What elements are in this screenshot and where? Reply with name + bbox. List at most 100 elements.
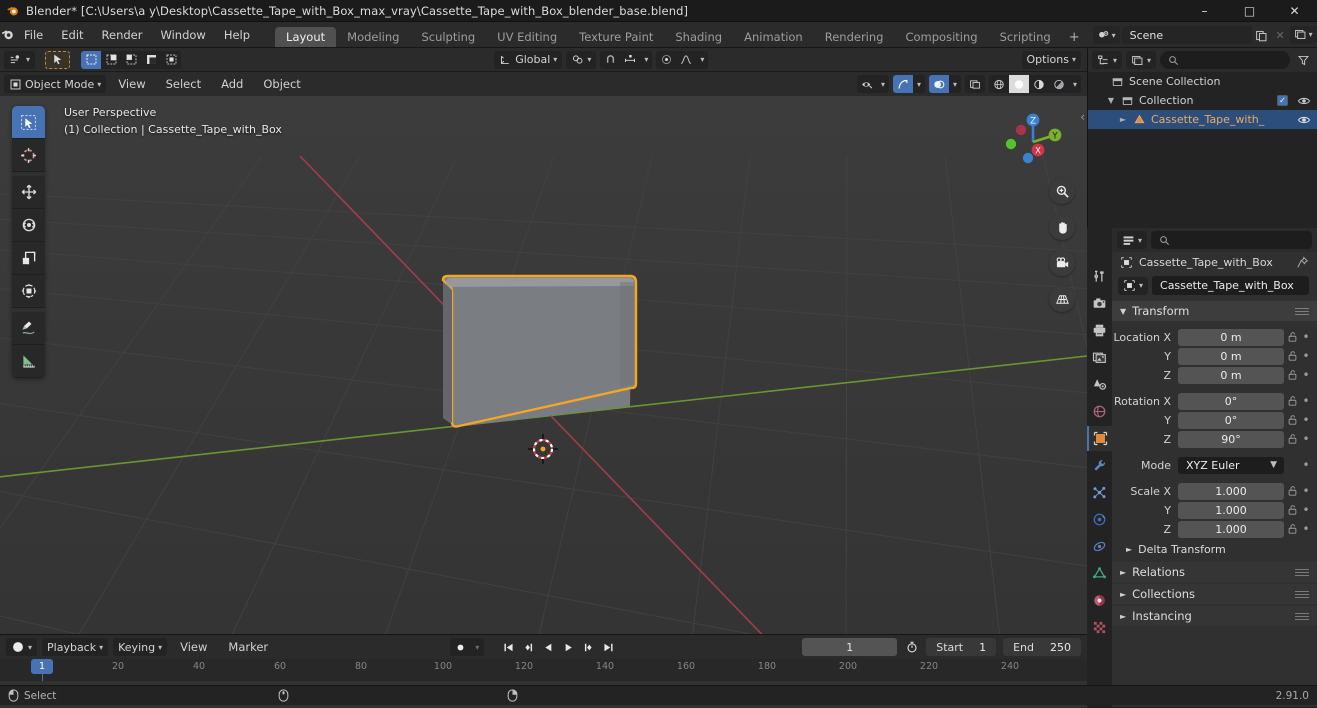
- tool-move[interactable]: [12, 176, 45, 209]
- lock-icon[interactable]: [1284, 504, 1300, 516]
- lock-icon[interactable]: [1284, 523, 1300, 535]
- active-tool-icon[interactable]: [45, 50, 71, 69]
- outliner-filter-icon[interactable]: [1294, 51, 1313, 70]
- tab-shading[interactable]: Shading: [664, 27, 733, 47]
- timeline-menu-playback[interactable]: Playback ▾: [42, 638, 109, 656]
- collection-checkbox[interactable]: ✓: [1277, 95, 1288, 106]
- remove-scene-icon[interactable]: ✕: [1271, 26, 1290, 45]
- properties-tab-scene[interactable]: [1087, 372, 1112, 397]
- properties-editor-type-selector[interactable]: ▾: [1117, 231, 1148, 249]
- current-frame-field[interactable]: 1: [802, 638, 898, 656]
- properties-tab-render[interactable]: [1087, 291, 1112, 316]
- tab-texture-paint[interactable]: Texture Paint: [568, 27, 664, 47]
- tab-compositing[interactable]: Compositing: [894, 27, 988, 47]
- properties-tab-object-constraints[interactable]: [1087, 534, 1112, 559]
- outliner-editor-type-selector[interactable]: ▾: [1092, 51, 1123, 69]
- rotation-y-value[interactable]: 0°: [1178, 411, 1284, 429]
- properties-tab-physics[interactable]: [1087, 507, 1112, 532]
- animate-property-icon[interactable]: •: [1300, 368, 1312, 382]
- animate-property-icon[interactable]: •: [1300, 349, 1312, 363]
- tool-select-box[interactable]: [12, 106, 45, 139]
- outliner-row-collection[interactable]: ▼ Collection ✓: [1088, 91, 1317, 110]
- object-visibility-icon[interactable]: [857, 75, 877, 93]
- location-z-value[interactable]: 0 m: [1178, 366, 1284, 384]
- tool-annotate[interactable]: [12, 312, 45, 345]
- visibility-dropdown-arrow[interactable]: ▾: [877, 75, 889, 93]
- snap-magnet-icon[interactable]: [600, 51, 620, 69]
- snap-dropdown-arrow[interactable]: ▾: [640, 51, 652, 69]
- tab-sculpting[interactable]: Sculpting: [410, 27, 486, 47]
- panel-collections-header[interactable]: ► Collections: [1112, 584, 1317, 604]
- outliner-row-scene-collection[interactable]: Scene Collection: [1088, 72, 1317, 91]
- properties-tab-object[interactable]: [1087, 426, 1112, 451]
- eye-icon[interactable]: [1297, 95, 1311, 107]
- toggle-xray-icon[interactable]: [965, 75, 985, 93]
- viewport-menu-view[interactable]: View: [110, 75, 153, 93]
- frame-range-fields[interactable]: Start 1: [926, 638, 997, 656]
- panel-instancing-header[interactable]: ► Instancing: [1112, 606, 1317, 626]
- close-button[interactable]: ✕: [1272, 0, 1317, 22]
- blender-logo-icon[interactable]: [0, 22, 15, 47]
- proportional-falloff-icon[interactable]: [676, 51, 696, 69]
- viewport-menu-select[interactable]: Select: [158, 75, 209, 93]
- panel-transform-header[interactable]: ▼ Transform: [1112, 301, 1317, 321]
- properties-tab-particles[interactable]: [1087, 480, 1112, 505]
- eye-icon[interactable]: [1297, 114, 1311, 126]
- minimize-button[interactable]: –: [1182, 0, 1227, 22]
- jump-to-start-button[interactable]: [499, 638, 517, 656]
- play-reverse-button[interactable]: [539, 638, 557, 656]
- tab-uv-editing[interactable]: UV Editing: [486, 27, 568, 47]
- scale-x-value[interactable]: 1.000: [1178, 482, 1284, 500]
- show-overlays-icon[interactable]: [929, 75, 949, 93]
- tool-transform[interactable]: [12, 275, 45, 308]
- shading-wireframe-icon[interactable]: [989, 75, 1009, 93]
- proportional-edit-icon[interactable]: [656, 51, 676, 69]
- snap-pivot-selector[interactable]: ▾: [566, 50, 597, 69]
- object-browse-icon[interactable]: ▾: [1118, 276, 1149, 295]
- lock-icon[interactable]: [1284, 414, 1300, 426]
- falloff-dropdown-arrow[interactable]: ▾: [696, 51, 708, 69]
- viewport-menu-add[interactable]: Add: [213, 75, 251, 93]
- pin-icon[interactable]: [1296, 256, 1309, 269]
- tab-scripting[interactable]: Scripting: [989, 27, 1062, 47]
- show-gizmo-icon[interactable]: [893, 75, 913, 93]
- animate-property-icon[interactable]: •: [1300, 522, 1312, 536]
- animate-property-icon[interactable]: •: [1300, 503, 1312, 517]
- lock-icon[interactable]: [1284, 369, 1300, 381]
- delta-transform-subpanel[interactable]: ► Delta Transform: [1112, 539, 1317, 559]
- properties-tab-world[interactable]: [1087, 399, 1112, 424]
- select-intersect-icon[interactable]: [161, 51, 181, 69]
- tab-layout[interactable]: Layout: [275, 27, 337, 47]
- properties-tab-modifiers[interactable]: [1087, 453, 1112, 478]
- timeline-menu-marker[interactable]: Marker: [220, 638, 276, 656]
- frame-end-fields[interactable]: End 250: [1003, 638, 1081, 656]
- auto-keying-dropdown-arrow[interactable]: ▾: [470, 638, 484, 656]
- new-scene-icon[interactable]: [1252, 26, 1271, 45]
- shading-solid-icon[interactable]: [1009, 75, 1029, 93]
- scale-y-value[interactable]: 1.000: [1178, 501, 1284, 519]
- menu-window[interactable]: Window: [151, 22, 214, 48]
- location-x-value[interactable]: 0 m: [1178, 328, 1284, 346]
- menu-file[interactable]: File: [15, 22, 52, 48]
- object-name-field[interactable]: Cassette_Tape_with_Box: [1152, 276, 1309, 295]
- select-set-icon[interactable]: [81, 50, 102, 69]
- menu-help[interactable]: Help: [215, 22, 259, 48]
- tool-scale[interactable]: [12, 242, 45, 275]
- lock-icon[interactable]: [1284, 350, 1300, 362]
- animate-property-icon[interactable]: •: [1300, 413, 1312, 427]
- properties-tab-output[interactable]: [1087, 318, 1112, 343]
- editor-type-selector[interactable]: ▾: [4, 50, 36, 69]
- tool-rotate[interactable]: [12, 209, 45, 242]
- shading-dropdown-arrow[interactable]: ▾: [1069, 75, 1081, 93]
- overlays-dropdown-arrow[interactable]: ▾: [949, 75, 961, 93]
- timeline-menu-view[interactable]: View: [172, 638, 215, 656]
- gizmo-dropdown-arrow[interactable]: ▾: [913, 75, 925, 93]
- rotation-x-value[interactable]: 0°: [1178, 392, 1284, 410]
- menu-render[interactable]: Render: [93, 22, 152, 48]
- properties-search-input[interactable]: [1151, 231, 1312, 249]
- zoom-icon[interactable]: [1049, 178, 1075, 204]
- select-subtract-icon[interactable]: [121, 51, 141, 69]
- outliner-search-input[interactable]: [1160, 51, 1290, 69]
- outliner-expander-object[interactable]: ►: [1118, 115, 1128, 124]
- shading-rendered-icon[interactable]: [1049, 75, 1069, 93]
